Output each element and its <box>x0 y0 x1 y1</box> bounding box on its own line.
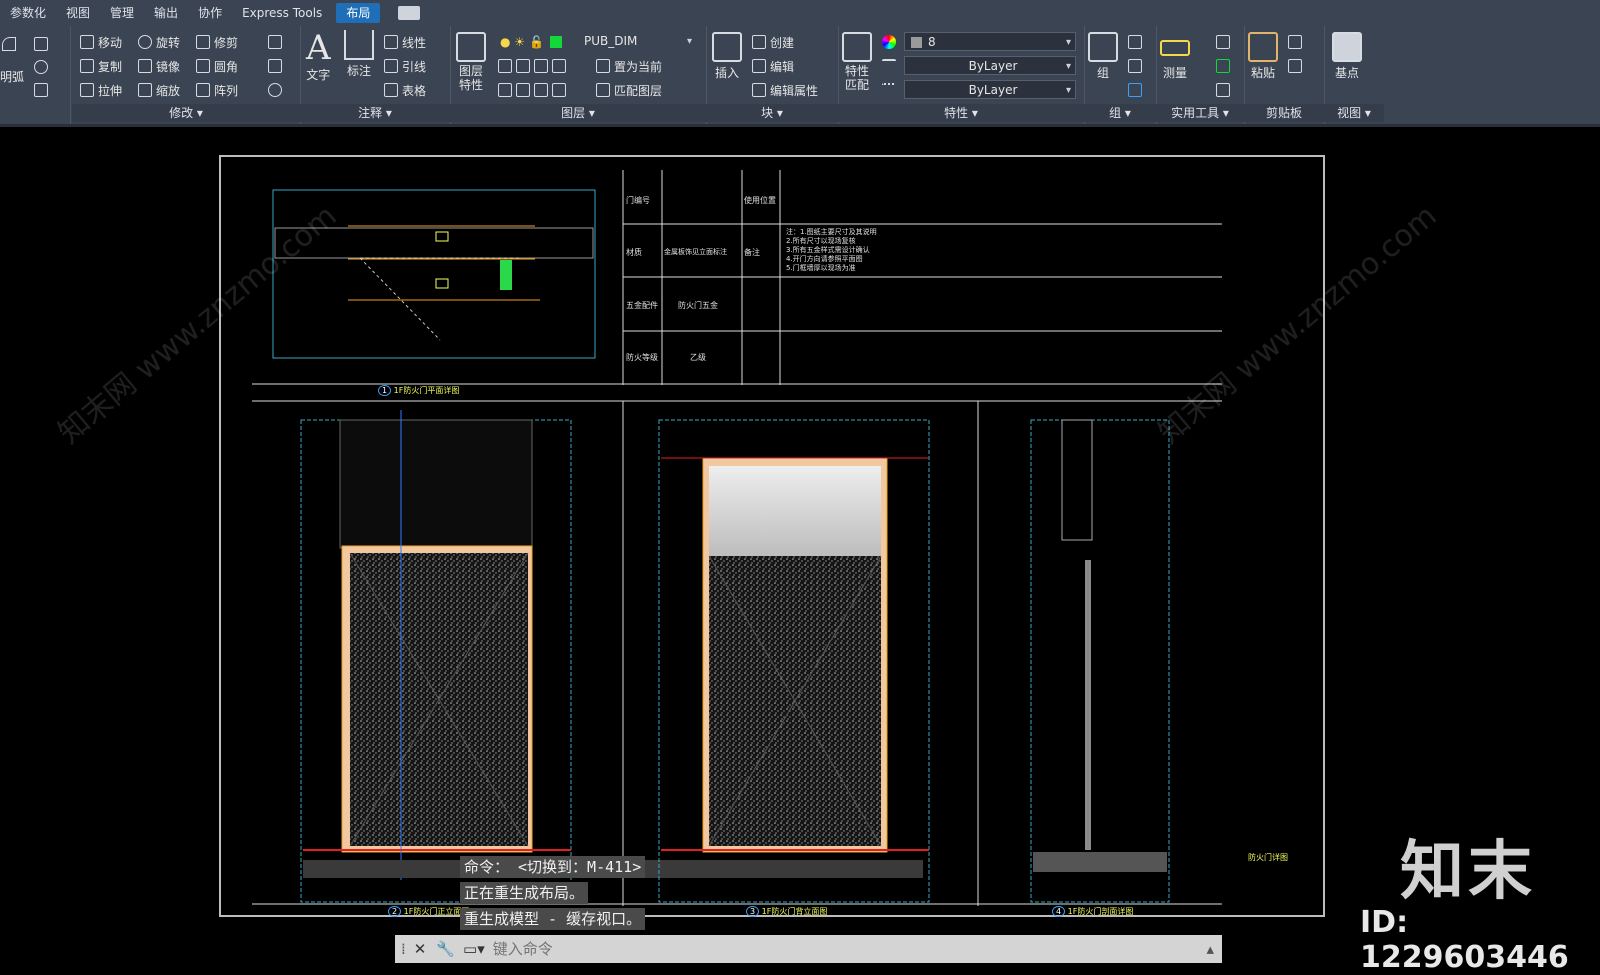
command-input[interactable] <box>490 939 1207 959</box>
view-title-2: 2 1F防火门正立面图 <box>388 906 469 917</box>
table-value-fire-rating: 乙级 <box>690 353 706 362</box>
table-value-hardware: 防火门五金 <box>678 301 718 310</box>
command-bar: ⁞ ✕ 🔧 ▭▾ ▴ <box>395 935 1222 963</box>
section-detail <box>1030 419 1170 903</box>
table-label-door-number: 门编号 <box>626 196 650 205</box>
command-history-line-3: 重生成模型 - 缓存视口。 <box>460 908 646 930</box>
history-up-icon[interactable]: ▴ <box>1206 940 1214 958</box>
command-prompt-icon[interactable]: ▭▾ <box>463 940 485 958</box>
table-label-fire-rating: 防火等级 <box>626 353 658 362</box>
view-title-4: 4 1F防火门剖面详图 <box>1052 906 1133 917</box>
wrench-icon[interactable]: 🔧 <box>436 940 455 958</box>
command-history-line-1: 命令： <切换到：M-411> <box>460 856 646 878</box>
table-label-location: 使用位置 <box>744 196 776 205</box>
table-label-remarks: 备注 <box>744 248 760 257</box>
table-value-material: 金属板饰见立面标注 <box>664 248 727 256</box>
view-title-1: 1 1F防火门平面详图 <box>378 385 459 396</box>
table-label-hardware: 五金配件 <box>626 301 658 310</box>
table-notes: 注：1.图纸主要尺寸及其说明 2.所有尺寸以现场复核 3.所有五金样式需设计确认… <box>786 228 877 272</box>
close-icon[interactable]: ✕ <box>414 940 427 958</box>
asset-id: ID: 1229603446 <box>1360 905 1569 975</box>
command-history-line-2: 正在重生成布局。 <box>460 882 589 904</box>
view-title-3: 3 1F防火门背立面图 <box>746 906 827 917</box>
back-elevation <box>658 419 930 903</box>
grip-icon[interactable]: ⁞ <box>401 940 406 958</box>
layout-drawing[interactable] <box>0 0 1600 963</box>
brand-logo: 知末 <box>1400 835 1536 909</box>
table-label-material: 材质 <box>626 248 642 257</box>
sheet-side-title: 防火门详图 <box>1248 853 1288 862</box>
